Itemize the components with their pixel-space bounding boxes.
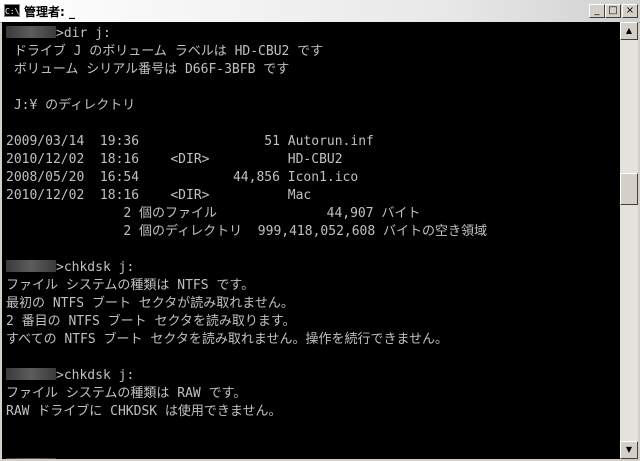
output-line: ファイル システムの種類は RAW です。: [6, 385, 246, 403]
redacted-path: [6, 260, 56, 272]
line-text: >chkdsk j:: [56, 260, 135, 275]
line-text: ボリューム シリアル番号は D66F-3BFB です: [6, 62, 290, 77]
output-line: 2008/05/20 16:54 44,856 Icon1.ico: [6, 169, 358, 187]
line-text: >dir j:: [56, 26, 111, 41]
scroll-down-arrow-icon[interactable]: ▼: [620, 441, 638, 459]
scrollbar-thumb[interactable]: [620, 173, 638, 205]
minimize-button[interactable]: _: [589, 4, 605, 18]
console-output[interactable]: >dir j: ドライブ J のボリューム ラベルは HD-CBU2 です ボリ…: [2, 22, 620, 459]
line-text: すべての NTFS ブート セクタを読み取れません。操作を続行できません。: [6, 332, 449, 347]
line-text: J:¥ のディレクトリ: [6, 98, 136, 113]
prompt-line: >chkdsk j:: [6, 457, 144, 459]
command-prompt-window: C:\ 管理者: _ _ □ × >dir j: ドライブ J のボリューム ラ…: [0, 0, 640, 461]
output-line: J:¥ のディレクトリ: [6, 97, 135, 115]
line-text: ドライブ J のボリューム ラベルは HD-CBU2 です: [6, 44, 324, 59]
prompt-line: >chkdsk j:: [6, 259, 134, 277]
output-line: 2010/12/02 18:16 <DIR> HD-CBU2: [6, 151, 343, 169]
line-text: >chkdsk j:: [56, 458, 134, 459]
line-text: >chkdsk j:: [56, 368, 135, 383]
vertical-scrollbar[interactable]: ▲ ▼: [620, 22, 638, 459]
redacted-path: [6, 368, 56, 380]
line-text: 2008/05/20 16:54 44,856 Icon1.ico: [6, 170, 359, 185]
output-line: ドライブ J のボリューム ラベルは HD-CBU2 です: [6, 43, 323, 61]
line-text: ファイル システムの種類は NTFS です。: [6, 278, 255, 293]
scroll-up-arrow-icon[interactable]: ▲: [620, 22, 638, 40]
output-line: 2 個のディレクトリ 999,418,052,608 バイトの空き領域: [6, 223, 487, 241]
line-text: RAW ドライブに CHKDSK は使用できません。: [6, 404, 282, 419]
window-title: 管理者: _: [24, 5, 75, 19]
line-text: 2 個のファイル 44,907 バイト: [6, 206, 421, 221]
prompt-line: >dir j:: [6, 25, 111, 43]
console-app-icon[interactable]: C:\: [4, 4, 20, 17]
close-button[interactable]: ×: [622, 4, 638, 18]
prompt-line: >chkdsk j:: [6, 367, 134, 385]
output-line: 最初の NTFS ブート セクタが読み取れません。: [6, 295, 294, 313]
output-line: ボリューム シリアル番号は D66F-3BFB です: [6, 61, 289, 79]
output-line: 2 個のファイル 44,907 バイト: [6, 205, 420, 223]
output-line: すべての NTFS ブート セクタを読み取れません。操作を続行できません。: [6, 331, 448, 349]
title-bar[interactable]: C:\ 管理者: _ _ □ ×: [0, 0, 640, 23]
line-text: ファイル システムの種類は RAW です。: [6, 386, 247, 401]
line-text: 最初の NTFS ブート セクタが読み取れません。: [6, 296, 294, 311]
output-line: 2 番目の NTFS ブート セクタを読み取ります。: [6, 313, 296, 331]
redacted-path: [6, 458, 56, 459]
output-line: 2010/12/02 18:16 <DIR> Mac: [6, 187, 311, 205]
line-text: 2 番目の NTFS ブート セクタを読み取ります。: [6, 314, 296, 329]
line-text: 2 個のディレクトリ 999,418,052,608 バイトの空き領域: [6, 224, 488, 239]
redacted-path: [6, 26, 56, 38]
line-text: 2010/12/02 18:16 <DIR> HD-CBU2: [6, 152, 343, 167]
maximize-button[interactable]: □: [605, 4, 621, 18]
output-line: 2009/03/14 19:36 51 Autorun.inf: [6, 133, 374, 151]
line-text: 2009/03/14 19:36 51 Autorun.inf: [6, 134, 374, 149]
output-line: ファイル システムの種類は NTFS です。: [6, 277, 254, 295]
line-text: 2010/12/02 18:16 <DIR> Mac: [6, 188, 312, 203]
output-line: RAW ドライブに CHKDSK は使用できません。: [6, 403, 282, 421]
